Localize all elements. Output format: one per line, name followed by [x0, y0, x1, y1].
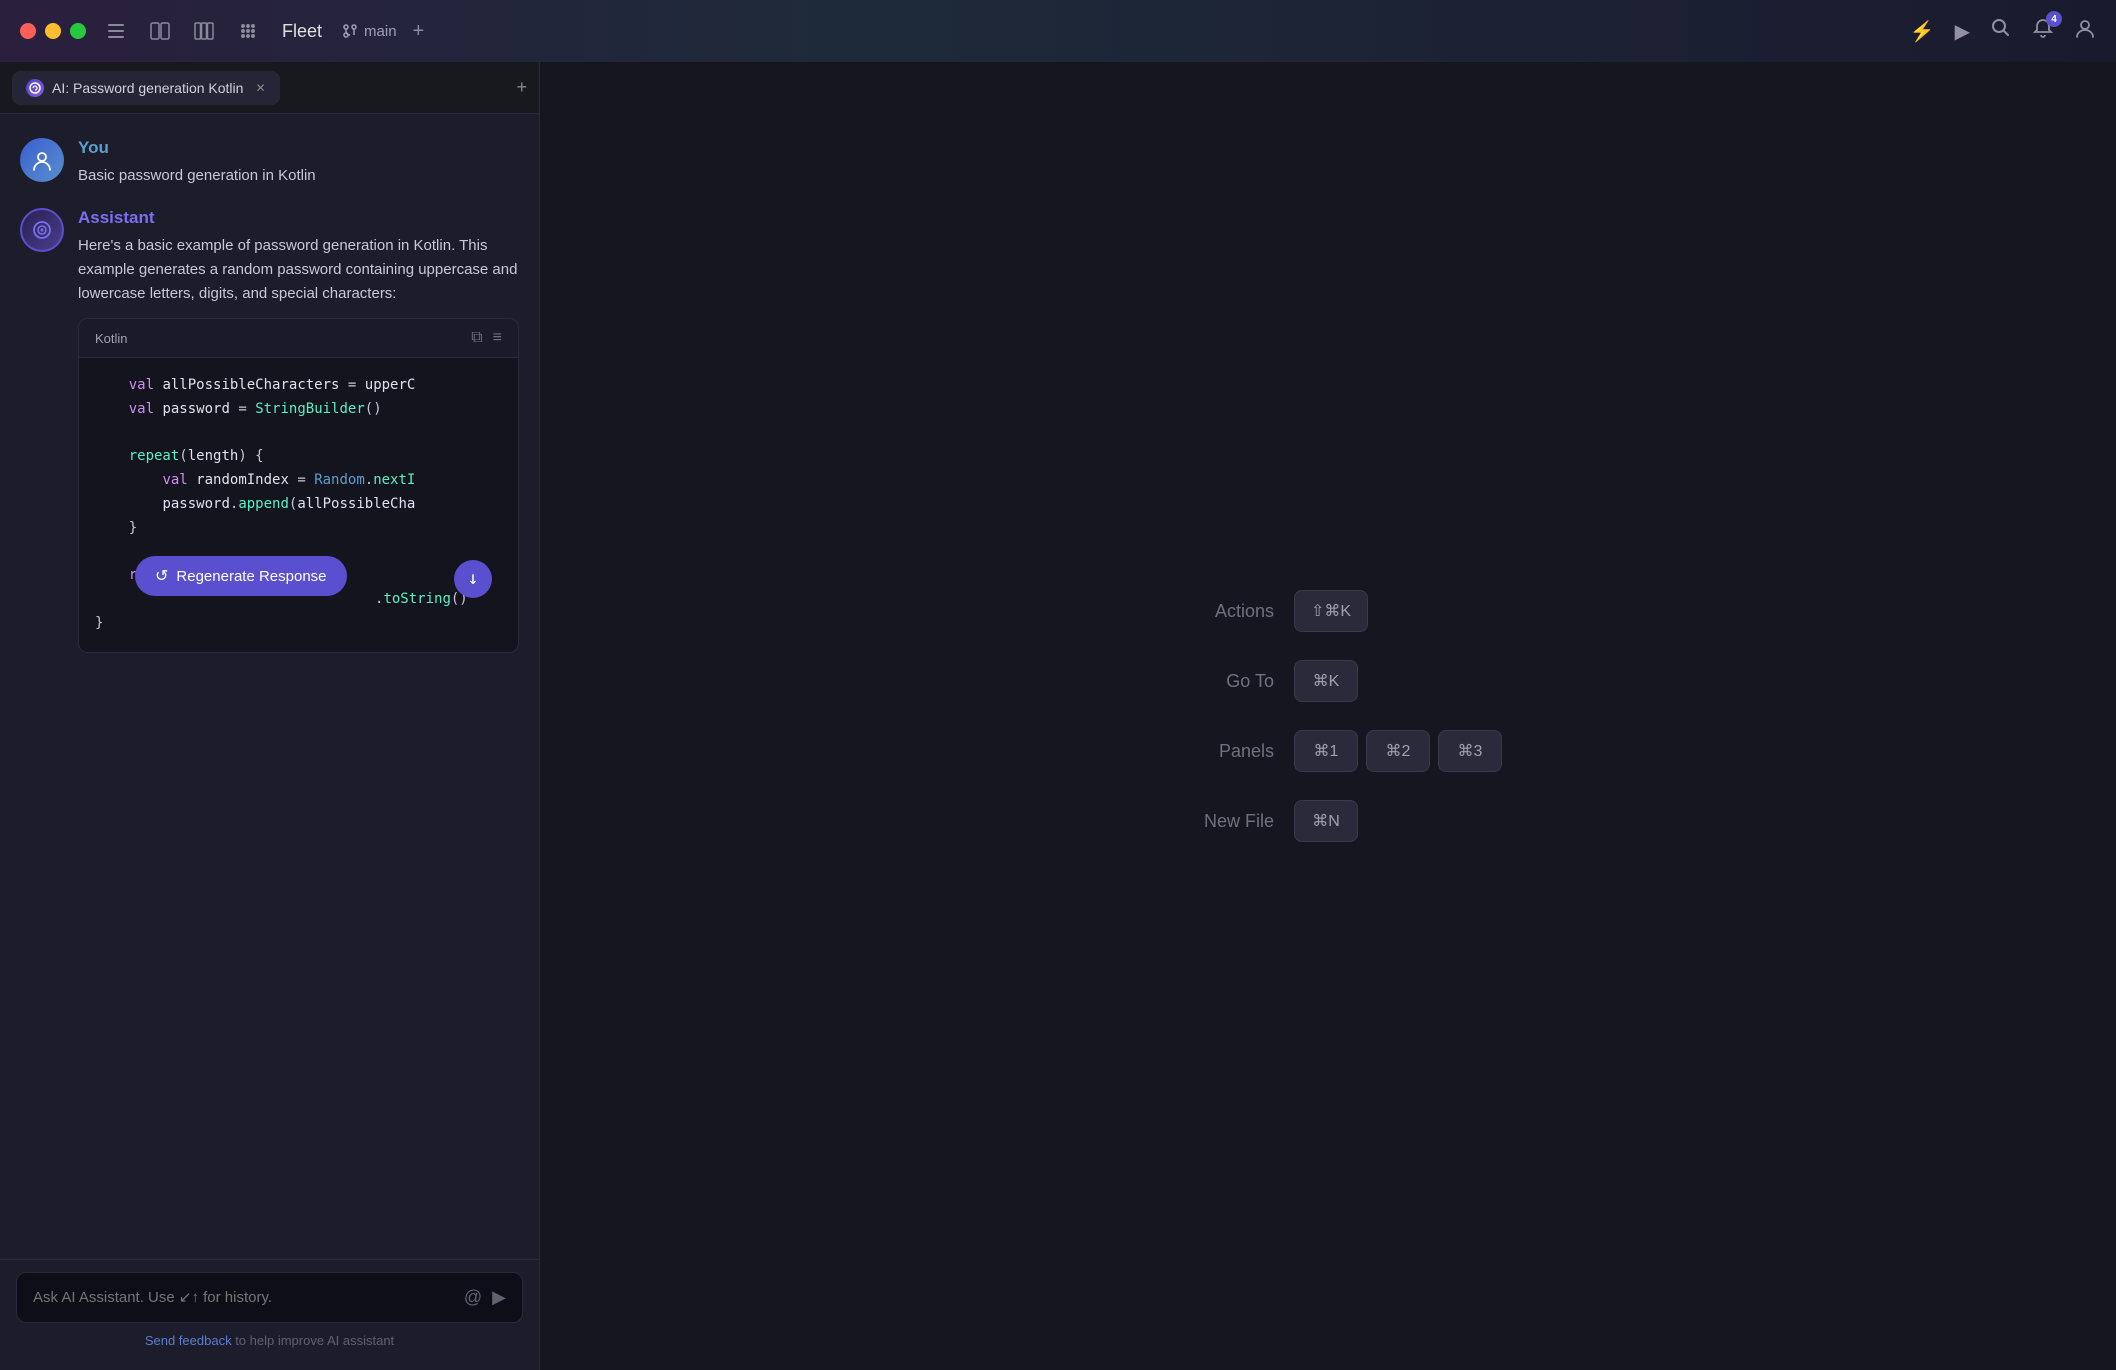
- assistant-author-label: Assistant: [78, 208, 519, 228]
- lightning-icon[interactable]: ⚡: [1910, 19, 1935, 44]
- panels-kbd-3: ⌘3: [1438, 730, 1502, 772]
- assistant-message-text: Here's a basic example of password gener…: [78, 234, 519, 306]
- sidebar-toggle-icon[interactable]: [102, 17, 130, 45]
- code-line: password.append(allPossibleCha: [95, 493, 502, 517]
- search-icon[interactable]: [1990, 17, 2012, 45]
- panels-label: Panels: [1154, 741, 1274, 762]
- assistant-message: Assistant Here's a basic example of pass…: [20, 208, 519, 653]
- at-mention-button[interactable]: @: [464, 1287, 482, 1308]
- user-avatar: [20, 138, 64, 182]
- input-box: @ ▶: [16, 1272, 523, 1323]
- actions-label: Actions: [1154, 601, 1274, 622]
- actions-kbd-1: ⇧⌘K: [1294, 590, 1368, 632]
- code-line: val randomIndex = Random.nextI: [95, 469, 502, 493]
- code-content: val allPossibleCharacters = upperC val p…: [79, 358, 518, 652]
- user-message: You Basic password generation in Kotlin: [20, 138, 519, 188]
- new-tab-button[interactable]: +: [516, 77, 527, 98]
- code-suffix: .toString(): [375, 591, 468, 607]
- code-line: val allPossibleCharacters = upperC: [95, 374, 502, 398]
- shortcut-row-actions: Actions ⇧⌘K: [1154, 590, 1368, 632]
- code-language-label: Kotlin: [95, 331, 128, 346]
- user-message-content: You Basic password generation in Kotlin: [78, 138, 519, 188]
- shortcut-row-panels: Panels ⌘1 ⌘2 ⌘3: [1154, 730, 1502, 772]
- panels-kbd-1: ⌘1: [1294, 730, 1358, 772]
- ai-tab[interactable]: AI: Password generation Kotlin ✕: [12, 71, 280, 105]
- regenerate-icon: ↺: [155, 566, 168, 586]
- branch-info[interactable]: main: [342, 23, 397, 40]
- shortcut-row-goto: Go To ⌘K: [1154, 660, 1358, 702]
- traffic-lights: [20, 23, 86, 39]
- shortcuts-overlay: Actions ⇧⌘K Go To ⌘K Panels ⌘1 ⌘2 ⌘3: [1154, 590, 1502, 842]
- play-icon[interactable]: ▶: [1955, 19, 1970, 44]
- notification-count: 4: [2046, 11, 2062, 27]
- code-line: [95, 422, 502, 446]
- input-area: @ ▶ Send feedback to help improve AI ass…: [0, 1259, 539, 1370]
- app-logo: Fleet: [282, 21, 322, 42]
- send-button[interactable]: ▶: [492, 1287, 506, 1308]
- user-message-text: Basic password generation in Kotlin: [78, 164, 519, 188]
- add-tab-button[interactable]: +: [413, 20, 425, 43]
- code-block: Kotlin ⧉ ≡ val allPossibleCharacters = u…: [78, 318, 519, 653]
- chat-area[interactable]: You Basic password generation in Kotlin …: [0, 114, 539, 1259]
- grid-icon[interactable]: [234, 17, 262, 45]
- regenerate-response-button[interactable]: ↺ Regenerate Response: [135, 556, 347, 596]
- assistant-avatar: [20, 208, 64, 252]
- regenerate-label: Regenerate Response: [176, 568, 326, 585]
- titlebar: Fleet main + ⚡ ▶ 4: [0, 0, 2116, 62]
- tab-bar: AI: Password generation Kotlin ✕ +: [0, 62, 539, 114]
- assistant-message-content: Assistant Here's a basic example of pass…: [78, 208, 519, 653]
- split-view-icon[interactable]: [190, 17, 218, 45]
- code-options-icon[interactable]: ≡: [493, 329, 502, 347]
- actions-keys: ⇧⌘K: [1294, 590, 1368, 632]
- scroll-down-button[interactable]: ↓: [454, 560, 492, 598]
- editor-panel: Actions ⇧⌘K Go To ⌘K Panels ⌘1 ⌘2 ⌘3: [540, 62, 2116, 1370]
- profile-icon[interactable]: [2074, 17, 2096, 45]
- feedback-suffix: to help improve AI assistant: [235, 1333, 394, 1348]
- code-block-header: Kotlin ⧉ ≡: [79, 319, 518, 358]
- newfile-kbd-1: ⌘N: [1294, 800, 1358, 842]
- panels-kbd-2: ⌘2: [1366, 730, 1430, 772]
- goto-label: Go To: [1154, 671, 1274, 692]
- feedback-row: Send feedback to help improve AI assista…: [16, 1323, 523, 1358]
- goto-keys: ⌘K: [1294, 660, 1358, 702]
- newfile-label: New File: [1154, 811, 1274, 832]
- panels-keys: ⌘1 ⌘2 ⌘3: [1294, 730, 1502, 772]
- ai-input[interactable]: [33, 1289, 454, 1306]
- shortcut-row-newfile: New File ⌘N: [1154, 800, 1358, 842]
- ai-panel: AI: Password generation Kotlin ✕ + You B…: [0, 62, 540, 1370]
- feedback-link[interactable]: Send feedback: [145, 1333, 232, 1348]
- user-author-label: You: [78, 138, 519, 158]
- branch-name: main: [364, 23, 397, 40]
- code-line: }: [95, 612, 502, 636]
- code-line: re ↺ Regenerate Response .toString() ↓: [95, 564, 502, 612]
- ai-tab-icon: [26, 79, 44, 97]
- notifications-icon[interactable]: 4: [2032, 17, 2054, 45]
- newfile-keys: ⌘N: [1294, 800, 1358, 842]
- branch-icon: [342, 23, 358, 39]
- editor-layout-icon[interactable]: [146, 17, 174, 45]
- main-container: AI: Password generation Kotlin ✕ + You B…: [0, 62, 2116, 1370]
- code-line: }: [95, 517, 502, 541]
- close-button[interactable]: [20, 23, 36, 39]
- code-line: repeat(length) {: [95, 445, 502, 469]
- tab-close-icon[interactable]: ✕: [255, 81, 265, 95]
- ai-tab-label: AI: Password generation Kotlin: [52, 80, 243, 96]
- goto-kbd-1: ⌘K: [1294, 660, 1358, 702]
- minimize-button[interactable]: [45, 23, 61, 39]
- code-line: val password = StringBuilder(): [95, 398, 502, 422]
- maximize-button[interactable]: [70, 23, 86, 39]
- copy-code-icon[interactable]: ⧉: [471, 329, 482, 347]
- code-actions: ⧉ ≡: [471, 329, 502, 347]
- titlebar-right-actions: ⚡ ▶ 4: [1910, 17, 2096, 45]
